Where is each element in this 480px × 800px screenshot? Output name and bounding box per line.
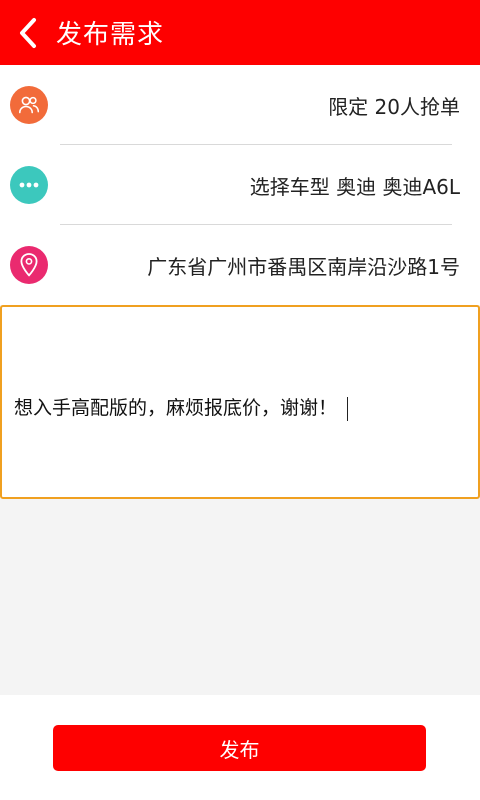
location-pin-icon <box>10 246 48 284</box>
back-button[interactable] <box>0 0 56 65</box>
address-value: 广东省广州市番禺区南岸沿沙路1号 <box>147 254 460 279</box>
users-icon <box>10 86 48 124</box>
screen: 发布需求 限定 20人抢单 选择车型 奥迪 奥迪A6L 广东省广州市番禺区南岸沿… <box>0 0 480 800</box>
car-model-row[interactable]: 选择车型 奥迪 奥迪A6L <box>0 145 480 225</box>
empty-area <box>0 499 480 695</box>
description-textarea[interactable]: 想入手高配版的，麻烦报底价，谢谢！ <box>0 305 480 499</box>
app-header: 发布需求 <box>0 0 480 65</box>
order-limit-value: 限定 20人抢单 <box>328 94 460 119</box>
chevron-left-icon <box>20 17 36 48</box>
bottom-bar: 发布 <box>0 695 480 800</box>
order-limit-row[interactable]: 限定 20人抢单 <box>0 65 480 145</box>
page-title: 发布需求 <box>56 20 165 50</box>
text-cursor <box>347 396 349 421</box>
description-text: 想入手高配版的，麻烦报底价，谢谢！ <box>14 393 349 421</box>
car-model-value: 选择车型 奥迪 奥迪A6L <box>249 174 460 199</box>
publish-button[interactable]: 发布 <box>53 725 426 771</box>
more-dots-icon <box>10 166 48 204</box>
request-form: 限定 20人抢单 选择车型 奥迪 奥迪A6L 广东省广州市番禺区南岸沿沙路1号 <box>0 65 480 305</box>
address-row[interactable]: 广东省广州市番禺区南岸沿沙路1号 <box>0 225 480 305</box>
